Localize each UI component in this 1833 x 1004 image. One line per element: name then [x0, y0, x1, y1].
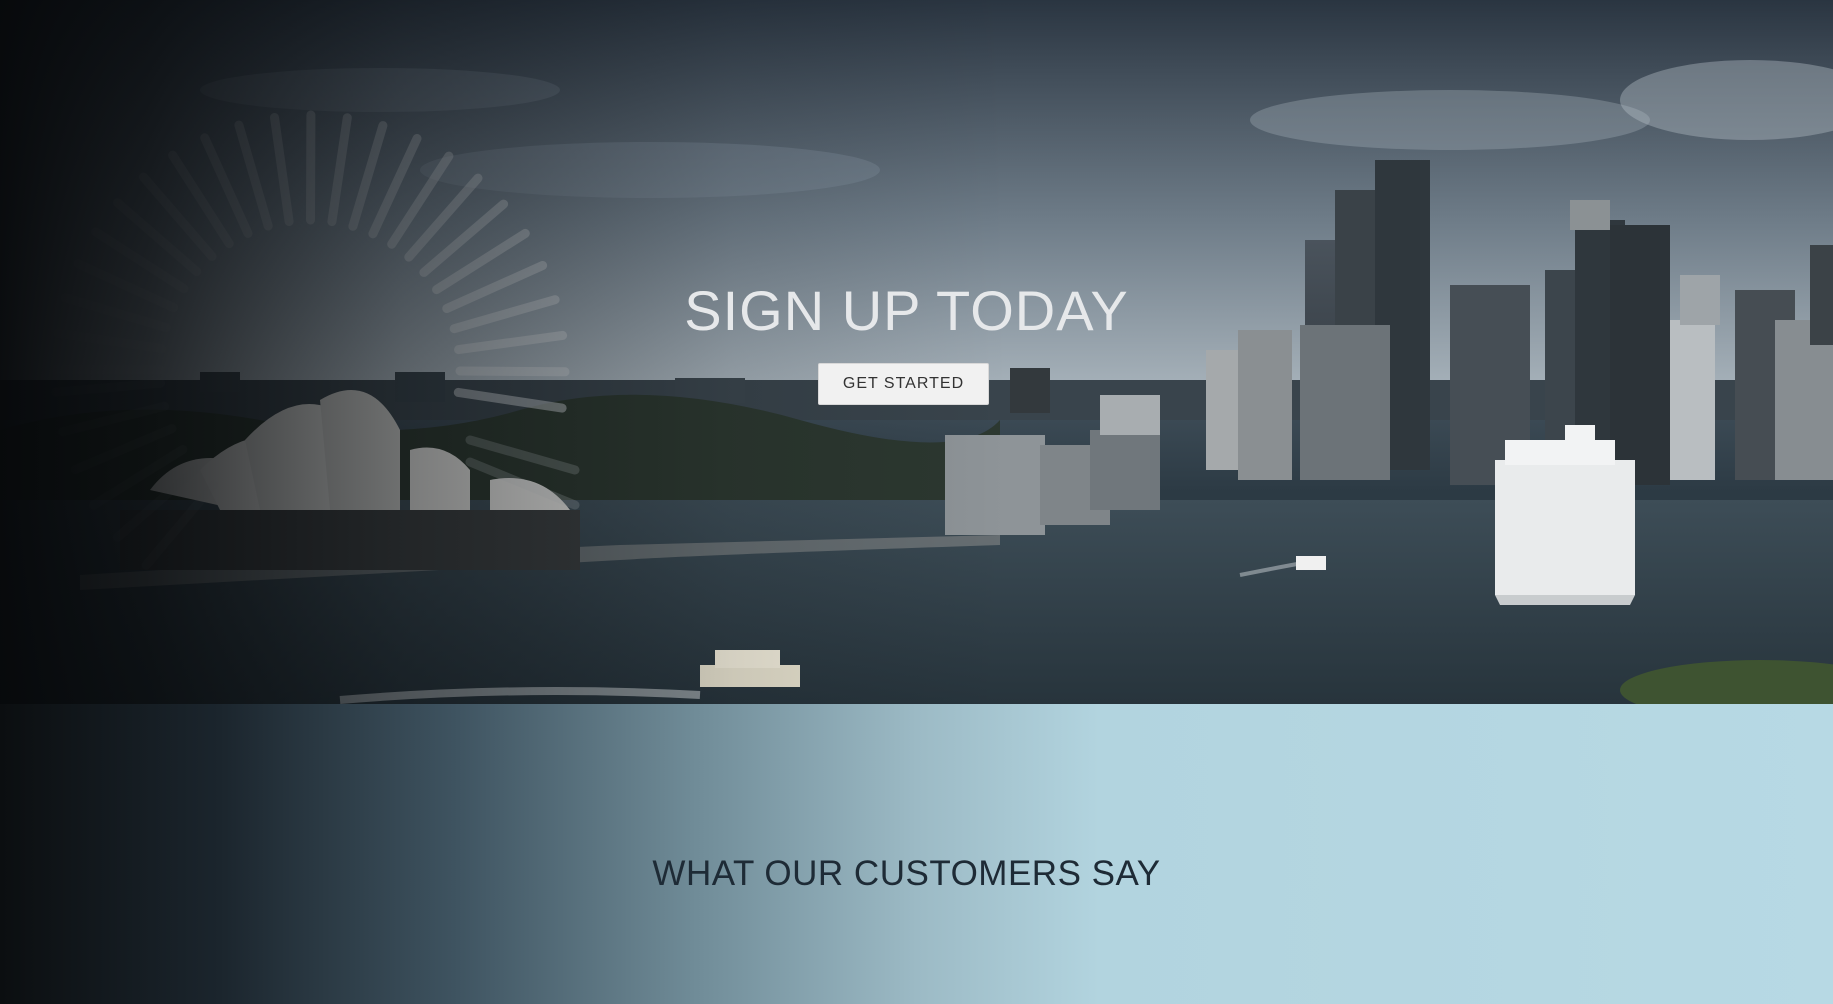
testimonials-section: WHAT OUR CUSTOMERS SAY [0, 704, 1833, 1004]
hero-background-image [0, 0, 1833, 704]
landing-page: SIGN UP TODAY GET STARTED WHAT OUR CUSTO… [0, 0, 1833, 1004]
get-started-button[interactable]: GET STARTED [818, 363, 989, 405]
hero-title: SIGN UP TODAY [684, 279, 1129, 342]
hero-banner: SIGN UP TODAY GET STARTED [0, 0, 1833, 704]
testimonials-title: WHAT OUR CUSTOMERS SAY [652, 854, 1161, 893]
